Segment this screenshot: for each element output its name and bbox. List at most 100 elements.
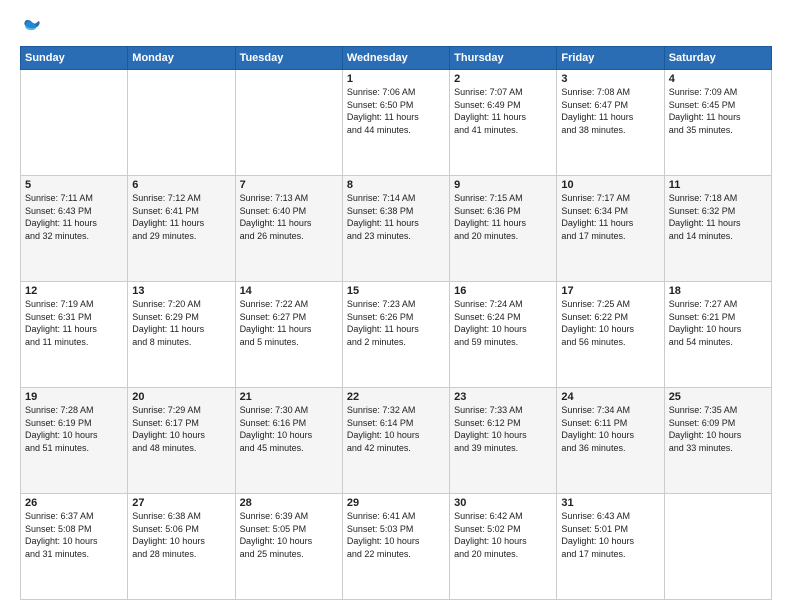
- logo: [20, 18, 44, 38]
- calendar-cell: 6Sunrise: 7:12 AM Sunset: 6:41 PM Daylig…: [128, 176, 235, 282]
- calendar-cell: 22Sunrise: 7:32 AM Sunset: 6:14 PM Dayli…: [342, 388, 449, 494]
- day-info: Sunrise: 7:06 AM Sunset: 6:50 PM Dayligh…: [347, 86, 445, 136]
- day-info: Sunrise: 6:37 AM Sunset: 5:08 PM Dayligh…: [25, 510, 123, 560]
- calendar-cell: 4Sunrise: 7:09 AM Sunset: 6:45 PM Daylig…: [664, 70, 771, 176]
- day-number: 11: [669, 179, 767, 191]
- calendar-cell: 26Sunrise: 6:37 AM Sunset: 5:08 PM Dayli…: [21, 494, 128, 600]
- day-info: Sunrise: 7:18 AM Sunset: 6:32 PM Dayligh…: [669, 192, 767, 242]
- day-number: 26: [25, 497, 123, 509]
- day-info: Sunrise: 7:13 AM Sunset: 6:40 PM Dayligh…: [240, 192, 338, 242]
- day-info: Sunrise: 7:14 AM Sunset: 6:38 PM Dayligh…: [347, 192, 445, 242]
- calendar-cell: [235, 70, 342, 176]
- calendar-cell: 14Sunrise: 7:22 AM Sunset: 6:27 PM Dayli…: [235, 282, 342, 388]
- day-info: Sunrise: 7:12 AM Sunset: 6:41 PM Dayligh…: [132, 192, 230, 242]
- calendar-cell: 15Sunrise: 7:23 AM Sunset: 6:26 PM Dayli…: [342, 282, 449, 388]
- calendar-week-3: 12Sunrise: 7:19 AM Sunset: 6:31 PM Dayli…: [21, 282, 772, 388]
- calendar-cell: 13Sunrise: 7:20 AM Sunset: 6:29 PM Dayli…: [128, 282, 235, 388]
- day-info: Sunrise: 6:41 AM Sunset: 5:03 PM Dayligh…: [347, 510, 445, 560]
- day-number: 19: [25, 391, 123, 403]
- day-number: 21: [240, 391, 338, 403]
- calendar-cell: 2Sunrise: 7:07 AM Sunset: 6:49 PM Daylig…: [450, 70, 557, 176]
- calendar-header-friday: Friday: [557, 47, 664, 70]
- day-info: Sunrise: 6:42 AM Sunset: 5:02 PM Dayligh…: [454, 510, 552, 560]
- day-number: 15: [347, 285, 445, 297]
- day-info: Sunrise: 7:34 AM Sunset: 6:11 PM Dayligh…: [561, 404, 659, 454]
- calendar-cell: 28Sunrise: 6:39 AM Sunset: 5:05 PM Dayli…: [235, 494, 342, 600]
- day-info: Sunrise: 7:09 AM Sunset: 6:45 PM Dayligh…: [669, 86, 767, 136]
- day-number: 5: [25, 179, 123, 191]
- day-info: Sunrise: 7:25 AM Sunset: 6:22 PM Dayligh…: [561, 298, 659, 348]
- day-number: 16: [454, 285, 552, 297]
- calendar-cell: [21, 70, 128, 176]
- calendar-cell: 17Sunrise: 7:25 AM Sunset: 6:22 PM Dayli…: [557, 282, 664, 388]
- day-info: Sunrise: 7:08 AM Sunset: 6:47 PM Dayligh…: [561, 86, 659, 136]
- day-info: Sunrise: 7:27 AM Sunset: 6:21 PM Dayligh…: [669, 298, 767, 348]
- day-info: Sunrise: 6:43 AM Sunset: 5:01 PM Dayligh…: [561, 510, 659, 560]
- day-info: Sunrise: 7:07 AM Sunset: 6:49 PM Dayligh…: [454, 86, 552, 136]
- page: SundayMondayTuesdayWednesdayThursdayFrid…: [0, 0, 792, 612]
- calendar-cell: 1Sunrise: 7:06 AM Sunset: 6:50 PM Daylig…: [342, 70, 449, 176]
- day-number: 2: [454, 73, 552, 85]
- calendar-table: SundayMondayTuesdayWednesdayThursdayFrid…: [20, 46, 772, 600]
- day-number: 14: [240, 285, 338, 297]
- day-info: Sunrise: 7:32 AM Sunset: 6:14 PM Dayligh…: [347, 404, 445, 454]
- calendar-header-row: SundayMondayTuesdayWednesdayThursdayFrid…: [21, 47, 772, 70]
- day-number: 8: [347, 179, 445, 191]
- calendar-header-saturday: Saturday: [664, 47, 771, 70]
- calendar-week-1: 1Sunrise: 7:06 AM Sunset: 6:50 PM Daylig…: [21, 70, 772, 176]
- calendar-cell: [664, 494, 771, 600]
- day-info: Sunrise: 7:22 AM Sunset: 6:27 PM Dayligh…: [240, 298, 338, 348]
- calendar-cell: 7Sunrise: 7:13 AM Sunset: 6:40 PM Daylig…: [235, 176, 342, 282]
- day-number: 22: [347, 391, 445, 403]
- calendar-cell: 30Sunrise: 6:42 AM Sunset: 5:02 PM Dayli…: [450, 494, 557, 600]
- calendar-cell: [128, 70, 235, 176]
- day-info: Sunrise: 7:19 AM Sunset: 6:31 PM Dayligh…: [25, 298, 123, 348]
- calendar-week-2: 5Sunrise: 7:11 AM Sunset: 6:43 PM Daylig…: [21, 176, 772, 282]
- calendar-cell: 3Sunrise: 7:08 AM Sunset: 6:47 PM Daylig…: [557, 70, 664, 176]
- calendar-cell: 31Sunrise: 6:43 AM Sunset: 5:01 PM Dayli…: [557, 494, 664, 600]
- day-info: Sunrise: 7:33 AM Sunset: 6:12 PM Dayligh…: [454, 404, 552, 454]
- day-info: Sunrise: 7:35 AM Sunset: 6:09 PM Dayligh…: [669, 404, 767, 454]
- day-number: 7: [240, 179, 338, 191]
- calendar-cell: 27Sunrise: 6:38 AM Sunset: 5:06 PM Dayli…: [128, 494, 235, 600]
- day-number: 18: [669, 285, 767, 297]
- calendar-cell: 9Sunrise: 7:15 AM Sunset: 6:36 PM Daylig…: [450, 176, 557, 282]
- day-number: 27: [132, 497, 230, 509]
- calendar-cell: 25Sunrise: 7:35 AM Sunset: 6:09 PM Dayli…: [664, 388, 771, 494]
- day-number: 10: [561, 179, 659, 191]
- day-number: 31: [561, 497, 659, 509]
- calendar-cell: 12Sunrise: 7:19 AM Sunset: 6:31 PM Dayli…: [21, 282, 128, 388]
- day-number: 3: [561, 73, 659, 85]
- day-number: 4: [669, 73, 767, 85]
- day-info: Sunrise: 7:17 AM Sunset: 6:34 PM Dayligh…: [561, 192, 659, 242]
- day-info: Sunrise: 7:28 AM Sunset: 6:19 PM Dayligh…: [25, 404, 123, 454]
- day-number: 6: [132, 179, 230, 191]
- calendar-cell: 23Sunrise: 7:33 AM Sunset: 6:12 PM Dayli…: [450, 388, 557, 494]
- logo-icon: [20, 16, 42, 38]
- day-info: Sunrise: 7:29 AM Sunset: 6:17 PM Dayligh…: [132, 404, 230, 454]
- calendar-header-tuesday: Tuesday: [235, 47, 342, 70]
- day-number: 29: [347, 497, 445, 509]
- calendar-week-4: 19Sunrise: 7:28 AM Sunset: 6:19 PM Dayli…: [21, 388, 772, 494]
- day-number: 1: [347, 73, 445, 85]
- day-info: Sunrise: 7:15 AM Sunset: 6:36 PM Dayligh…: [454, 192, 552, 242]
- calendar-cell: 24Sunrise: 7:34 AM Sunset: 6:11 PM Dayli…: [557, 388, 664, 494]
- day-info: Sunrise: 6:38 AM Sunset: 5:06 PM Dayligh…: [132, 510, 230, 560]
- day-number: 30: [454, 497, 552, 509]
- calendar-cell: 8Sunrise: 7:14 AM Sunset: 6:38 PM Daylig…: [342, 176, 449, 282]
- calendar-cell: 16Sunrise: 7:24 AM Sunset: 6:24 PM Dayli…: [450, 282, 557, 388]
- calendar-header-sunday: Sunday: [21, 47, 128, 70]
- calendar-header-thursday: Thursday: [450, 47, 557, 70]
- day-info: Sunrise: 6:39 AM Sunset: 5:05 PM Dayligh…: [240, 510, 338, 560]
- day-number: 13: [132, 285, 230, 297]
- calendar-cell: 5Sunrise: 7:11 AM Sunset: 6:43 PM Daylig…: [21, 176, 128, 282]
- calendar-cell: 18Sunrise: 7:27 AM Sunset: 6:21 PM Dayli…: [664, 282, 771, 388]
- calendar-week-5: 26Sunrise: 6:37 AM Sunset: 5:08 PM Dayli…: [21, 494, 772, 600]
- day-info: Sunrise: 7:11 AM Sunset: 6:43 PM Dayligh…: [25, 192, 123, 242]
- day-number: 20: [132, 391, 230, 403]
- calendar-cell: 11Sunrise: 7:18 AM Sunset: 6:32 PM Dayli…: [664, 176, 771, 282]
- calendar-cell: 29Sunrise: 6:41 AM Sunset: 5:03 PM Dayli…: [342, 494, 449, 600]
- calendar-cell: 10Sunrise: 7:17 AM Sunset: 6:34 PM Dayli…: [557, 176, 664, 282]
- calendar-cell: 21Sunrise: 7:30 AM Sunset: 6:16 PM Dayli…: [235, 388, 342, 494]
- day-number: 9: [454, 179, 552, 191]
